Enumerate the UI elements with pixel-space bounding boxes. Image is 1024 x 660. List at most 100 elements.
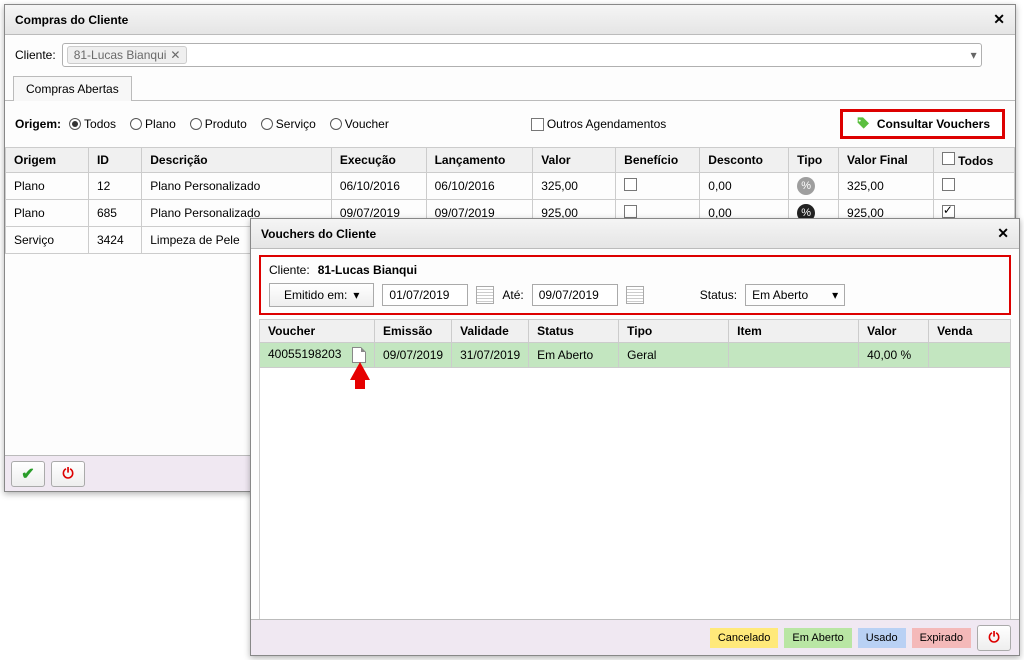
check-icon: ✔ [21, 464, 34, 484]
radio-label: Plano [145, 117, 176, 131]
purchases-title: Compras do Cliente [15, 13, 128, 27]
radio-label: Voucher [345, 117, 389, 131]
radio-icon [69, 118, 81, 130]
cell-tipo: Geral [619, 343, 729, 368]
calendar-icon[interactable] [626, 286, 644, 304]
col-todos[interactable]: Todos [933, 148, 1014, 173]
legend-expirado: Expirado [912, 628, 971, 648]
checkbox-icon[interactable] [942, 205, 955, 218]
col-status[interactable]: Status [529, 320, 619, 343]
col-emissao[interactable]: Emissão [375, 320, 452, 343]
radio-label: Produto [205, 117, 247, 131]
status-value: Em Aberto [752, 288, 808, 302]
chevron-down-icon[interactable]: ▾ [971, 48, 977, 62]
cell-beneficio [616, 173, 700, 200]
vouchers-window: Vouchers do Cliente ✕ Cliente: 81-Lucas … [250, 218, 1020, 656]
legend-cancelado: Cancelado [710, 628, 779, 648]
table-header-row: Origem ID Descrição Execução Lançamento … [6, 148, 1015, 173]
col-voucher[interactable]: Voucher [260, 320, 375, 343]
file-icon[interactable] [352, 347, 366, 363]
close-button[interactable]: ⏻ [51, 461, 85, 487]
cell-emissao: 09/07/2019 [375, 343, 452, 368]
col-item[interactable]: Item [729, 320, 859, 343]
col-tipo[interactable]: Tipo [789, 148, 839, 173]
radio-plano[interactable]: Plano [130, 117, 176, 131]
close-icon[interactable]: ✕ [997, 225, 1009, 242]
col-execucao[interactable]: Execução [331, 148, 426, 173]
checkbox-icon[interactable] [942, 152, 955, 165]
table-row[interactable]: Plano12Plano Personalizado06/10/201606/1… [6, 173, 1015, 200]
cell-select [933, 173, 1014, 200]
checkbox-icon[interactable] [624, 178, 637, 191]
cell-valorfinal: 325,00 [839, 173, 934, 200]
col-beneficio[interactable]: Benefício [616, 148, 700, 173]
emitido-em-dropdown[interactable]: Emitido em: ▾ [269, 283, 374, 307]
radio-produto[interactable]: Produto [190, 117, 247, 131]
voucher-client-row: Cliente: 81-Lucas Bianqui [269, 263, 1001, 277]
cell-status: Em Aberto [529, 343, 619, 368]
cell-venda [929, 343, 1011, 368]
legend-em-aberto: Em Aberto [784, 628, 851, 648]
cell-valor: 40,00 % [859, 343, 929, 368]
origem-label: Origem: [15, 117, 61, 131]
date-from-input[interactable] [382, 284, 468, 306]
radio-todos[interactable]: Todos [69, 117, 116, 131]
chip-remove-icon[interactable]: ✕ [170, 48, 180, 62]
chevron-down-icon: ▾ [353, 288, 359, 302]
date-to-input[interactable] [532, 284, 618, 306]
vouchers-title: Vouchers do Cliente [261, 227, 376, 241]
cell-descricao: Plano Personalizado [142, 173, 332, 200]
checkbox-icon [531, 118, 544, 131]
cell-origem: Plano [6, 173, 89, 200]
cell-lancamento: 06/10/2016 [426, 173, 533, 200]
tag-icon [855, 116, 871, 132]
radio-voucher[interactable]: Voucher [330, 117, 389, 131]
voucher-client-label: Cliente: [269, 263, 310, 277]
col-id[interactable]: ID [88, 148, 141, 173]
close-button[interactable]: ⏻ [977, 625, 1011, 651]
chevron-down-icon: ▾ [832, 288, 838, 302]
col-valor[interactable]: Valor [533, 148, 616, 173]
cell-origem: Serviço [6, 227, 89, 254]
vouchers-content: Cliente: 81-Lucas Bianqui Emitido em: ▾ … [251, 249, 1019, 634]
client-field[interactable]: 81-Lucas Bianqui ✕ ▾ [62, 43, 982, 67]
status-label: Status: [700, 288, 737, 302]
col-origem[interactable]: Origem [6, 148, 89, 173]
radio-servico[interactable]: Serviço [261, 117, 316, 131]
col-descricao[interactable]: Descrição [142, 148, 332, 173]
cell-id: 3424 [88, 227, 141, 254]
col-desconto[interactable]: Desconto [700, 148, 789, 173]
voucher-number: 40055198203 [268, 347, 341, 361]
radio-label: Serviço [276, 117, 316, 131]
tab-compras-abertas[interactable]: Compras Abertas [13, 76, 132, 101]
col-venda[interactable]: Venda [929, 320, 1011, 343]
checkbox-icon[interactable] [624, 205, 637, 218]
radio-icon [190, 118, 202, 130]
col-todos-label: Todos [958, 154, 993, 168]
annotation-arrow-icon [350, 362, 370, 380]
filter-highlight-box: Cliente: 81-Lucas Bianqui Emitido em: ▾ … [259, 255, 1011, 315]
cell-item [729, 343, 859, 368]
voucher-client-value: 81-Lucas Bianqui [318, 263, 417, 277]
close-icon[interactable]: ✕ [993, 11, 1005, 28]
col-valor[interactable]: Valor [859, 320, 929, 343]
radio-label: Todos [84, 117, 116, 131]
ate-label: Até: [502, 288, 523, 302]
radio-icon [330, 118, 342, 130]
outros-agendamentos-check[interactable]: Outros Agendamentos [531, 117, 666, 131]
confirm-button[interactable]: ✔ [11, 461, 45, 487]
percent-icon: % [797, 177, 815, 195]
col-lancamento[interactable]: Lançamento [426, 148, 533, 173]
power-icon: ⏻ [988, 629, 999, 646]
checkbox-icon[interactable] [942, 178, 955, 191]
client-chip[interactable]: 81-Lucas Bianqui ✕ [67, 46, 188, 64]
voucher-row[interactable]: 40055198203 09/07/2019 31/07/2019 Em Abe… [260, 343, 1011, 368]
calendar-icon[interactable] [476, 286, 494, 304]
status-select[interactable]: Em Aberto ▾ [745, 284, 845, 306]
cell-tipo: % [789, 173, 839, 200]
col-valorfinal[interactable]: Valor Final [839, 148, 934, 173]
col-tipo[interactable]: Tipo [619, 320, 729, 343]
table-header-row: Voucher Emissão Validade Status Tipo Ite… [260, 320, 1011, 343]
col-validade[interactable]: Validade [452, 320, 529, 343]
consultar-vouchers-button[interactable]: Consultar Vouchers [840, 109, 1005, 139]
